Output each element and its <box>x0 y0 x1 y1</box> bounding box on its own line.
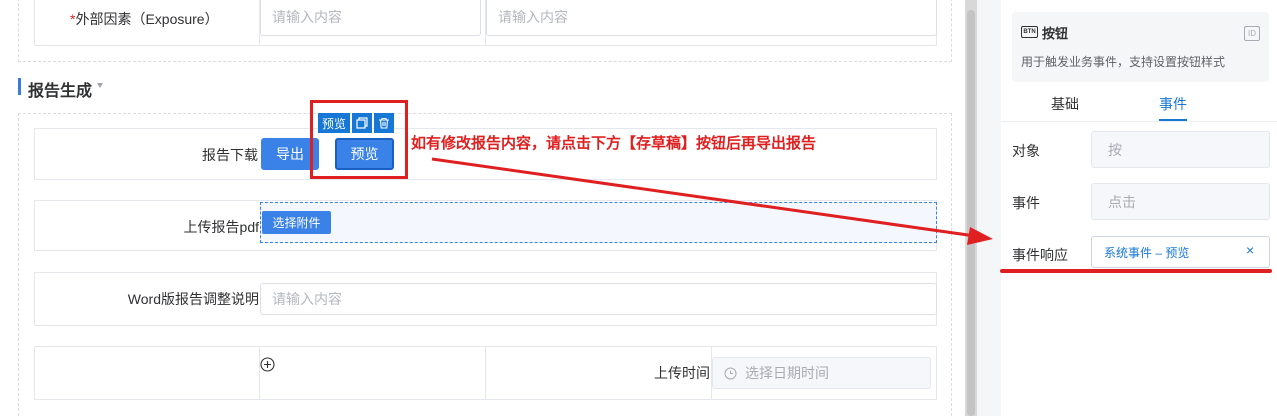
annotation-arrow <box>431 157 993 245</box>
